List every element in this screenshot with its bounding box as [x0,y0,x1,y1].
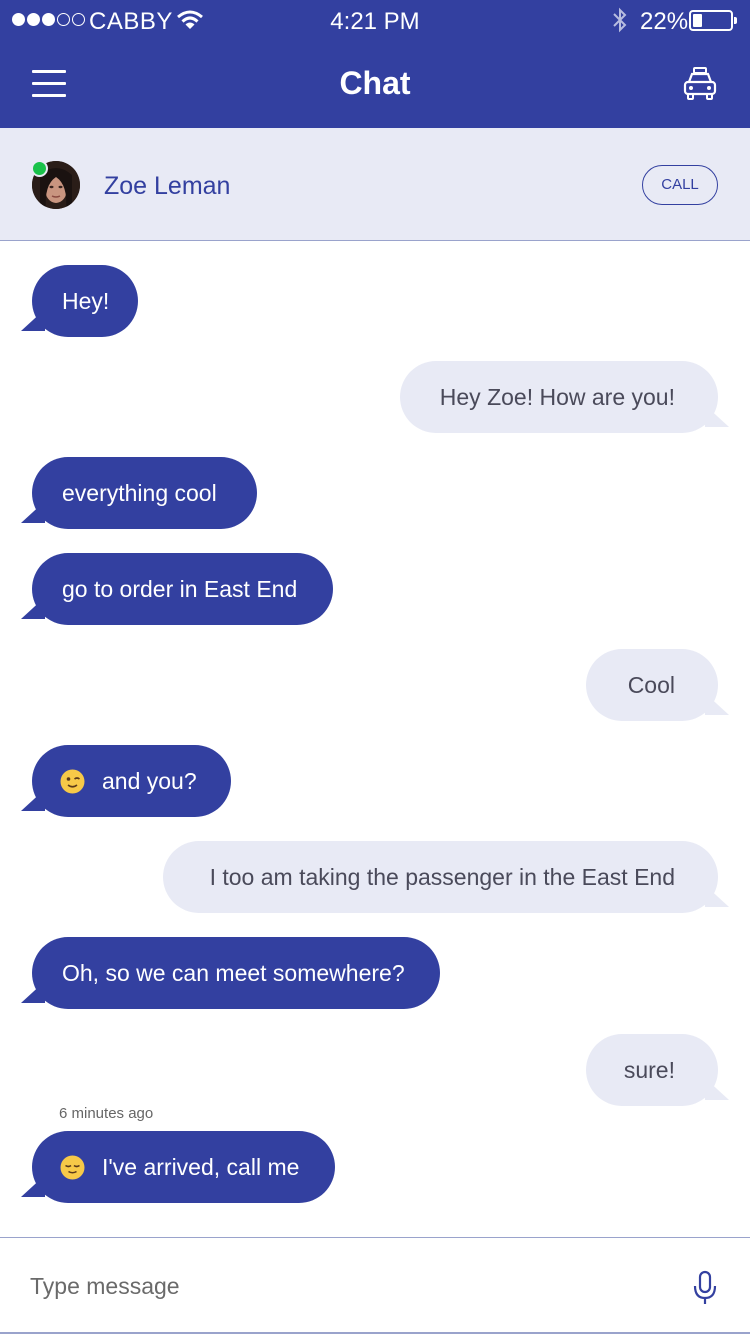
message-bubble-outgoing: sure! [586,1034,729,1106]
message-bubble-incoming: and you? [21,745,231,817]
app-header: CABBY 4:21 PM 22% Chat [0,0,750,128]
message-composer [0,1237,750,1334]
contact-name: Zoe Leman [104,172,231,200]
message-bubble-incoming: Hey! [21,265,138,337]
message-bubble-incoming: everything cool [21,457,257,529]
relieved-face-icon [60,1155,85,1180]
battery-percent: 22% [640,8,689,35]
message-bubble-incoming: I've arrived, call me [21,1131,335,1203]
contact-bar: Zoe Leman CALL [0,128,750,241]
clock: 4:21 PM [330,8,420,35]
message-timestamp: 6 minutes ago [59,1105,154,1122]
message-bubble-outgoing: Cool [586,649,729,721]
online-status-indicator [31,160,48,177]
message-input[interactable] [30,1268,630,1304]
status-bar: CABBY 4:21 PM 22% [0,0,750,40]
message-bubble-incoming: go to order in East End [21,553,333,625]
call-button[interactable]: CALL [642,165,718,205]
page-title: Chat [339,65,411,101]
battery-icon [689,10,737,31]
message-list[interactable]: Hey! Hey Zoe! How are you! everything co… [0,241,750,1237]
winking-face-icon [60,769,85,794]
message-bubble-incoming: Oh, so we can meet somewhere? [21,937,440,1009]
message-bubble-outgoing: Hey Zoe! How are you! [400,361,729,433]
message-bubble-outgoing: I too am taking the passenger in the Eas… [163,841,729,913]
bluetooth-icon [613,7,627,33]
taxi-icon[interactable] [682,66,718,102]
microphone-icon[interactable] [692,1270,718,1306]
